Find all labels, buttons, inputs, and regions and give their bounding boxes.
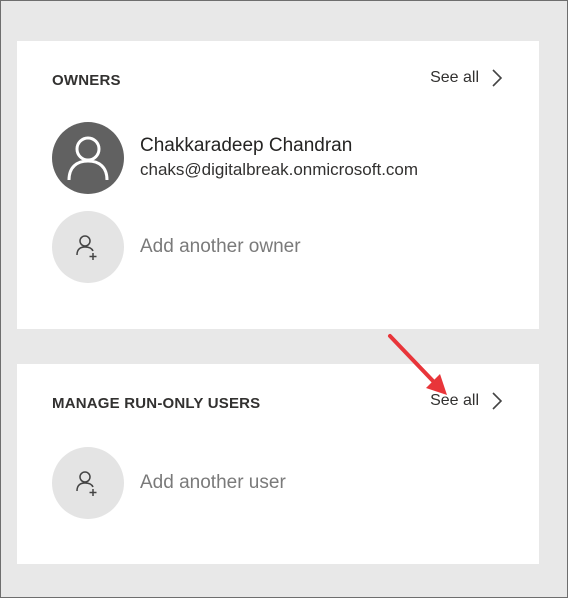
owner-email: chaks@digitalbreak.onmicrosoft.com <box>140 160 419 179</box>
owner-row: Chakkaradeep Chandran chaks@digitalbreak… <box>52 122 440 194</box>
owners-section-title: OWNERS <box>52 72 121 89</box>
run-only-see-all-link[interactable]: See all <box>430 392 503 410</box>
owner-name: Chakkaradeep Chandran <box>140 135 353 156</box>
owners-see-all-link[interactable]: See all <box>430 69 503 87</box>
owners-see-all-label: See all <box>430 69 479 86</box>
add-owner-label[interactable]: Add another owner <box>140 236 301 258</box>
add-user-label[interactable]: Add another user <box>140 472 286 494</box>
run-only-users-card: MANAGE RUN-ONLY USERS See all Add anothe… <box>17 364 539 564</box>
run-only-see-all-label: See all <box>430 392 479 409</box>
run-only-section-title: MANAGE RUN-ONLY USERS <box>52 395 261 412</box>
chevron-right-icon <box>492 392 503 410</box>
person-icon <box>67 136 109 181</box>
add-person-icon <box>76 235 97 260</box>
owner-avatar <box>52 122 124 194</box>
add-person-icon <box>76 471 97 496</box>
owners-card: OWNERS See all Chakkaradeep Chandran cha… <box>17 41 539 329</box>
chevron-right-icon <box>492 69 503 87</box>
add-owner-avatar[interactable] <box>52 211 124 283</box>
add-owner-row[interactable]: Add another owner <box>52 211 301 283</box>
screenshot-frame: OWNERS See all Chakkaradeep Chandran cha… <box>0 0 568 598</box>
add-user-avatar[interactable] <box>52 447 124 519</box>
owner-details: Chakkaradeep Chandran chaks@digitalbreak… <box>140 134 440 182</box>
add-user-row[interactable]: Add another user <box>52 447 286 519</box>
